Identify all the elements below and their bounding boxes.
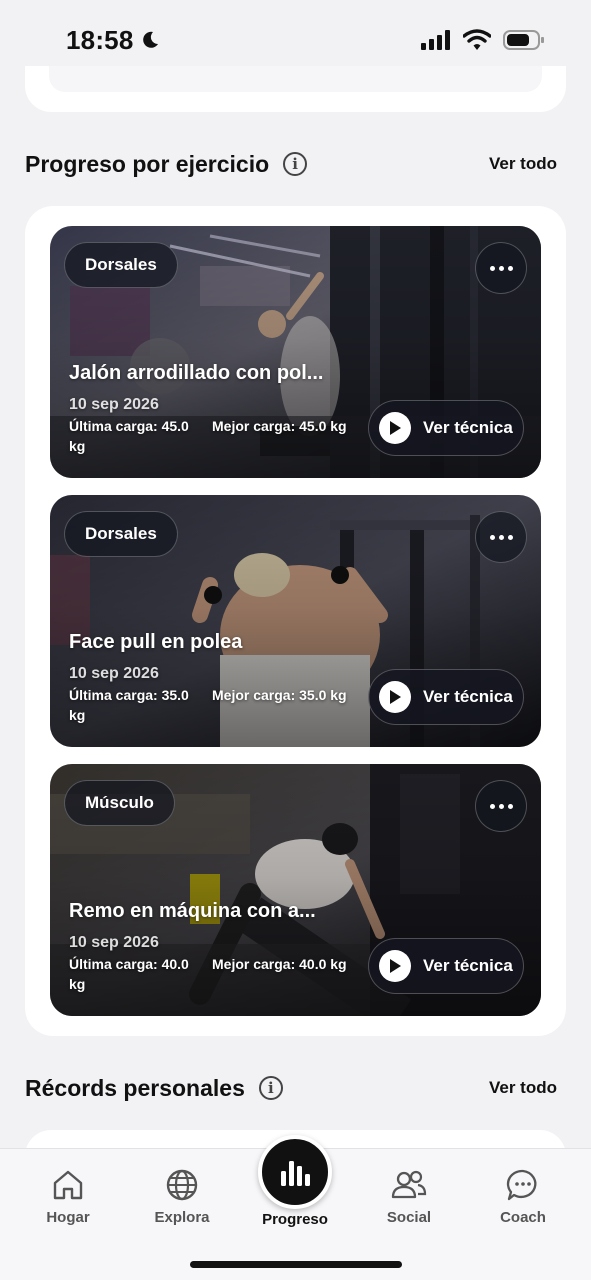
exercise-date: 10 sep 2026: [69, 396, 159, 413]
exercise-progress-panel: Dorsales Jalón arrodillado con pol... 10…: [25, 206, 566, 1036]
exercise-title: Jalón arrodillado con pol...: [69, 362, 324, 384]
view-technique-button[interactable]: Ver técnica: [368, 669, 524, 725]
last-load: Última carga: 45.0 kg: [69, 418, 189, 454]
battery-icon: [503, 30, 544, 50]
home-icon: [50, 1167, 86, 1203]
nav-item-social[interactable]: Social: [359, 1167, 459, 1226]
play-icon: [379, 412, 411, 444]
nav-item-coach[interactable]: Coach: [473, 1167, 573, 1226]
best-load: Mejor carga: 35.0 kg: [212, 687, 347, 703]
view-technique-button[interactable]: Ver técnica: [368, 938, 524, 994]
nav-item-home[interactable]: Hogar: [18, 1167, 118, 1226]
bar-chart-icon: [281, 1161, 310, 1186]
section-title: Récords personales: [25, 1074, 245, 1101]
more-options-button[interactable]: [475, 780, 527, 832]
chat-icon: [505, 1167, 541, 1203]
more-options-button[interactable]: [475, 511, 527, 563]
people-icon: [391, 1167, 427, 1203]
best-load: Mejor carga: 45.0 kg: [212, 418, 347, 434]
moon-icon: [142, 31, 158, 48]
muscle-tag: Músculo: [64, 780, 175, 826]
play-icon: [379, 950, 411, 982]
section-title: Progreso por ejercicio: [25, 150, 270, 177]
muscle-tag: Dorsales: [64, 242, 178, 288]
more-icon: [489, 803, 495, 809]
more-icon: [489, 534, 495, 540]
info-icon[interactable]: i: [283, 152, 308, 176]
time-text: 18:58: [66, 24, 134, 55]
exercise-date: 10 sep 2026: [69, 665, 159, 682]
exercise-title: Face pull en polea: [69, 631, 243, 653]
exercise-card[interactable]: Músculo Remo en máquina con a... 10 sep …: [50, 764, 541, 1016]
see-all-records-link[interactable]: Ver todo: [489, 1078, 557, 1098]
status-icons: [421, 29, 545, 51]
nav-label: Hogar: [46, 1209, 90, 1226]
nav-label: Explora: [154, 1209, 210, 1226]
last-load: Última carga: 35.0 kg: [69, 687, 189, 723]
wifi-icon: [463, 29, 491, 50]
view-technique-label: Ver técnica: [423, 687, 513, 706]
last-load: Última carga: 40.0 kg: [69, 956, 189, 992]
home-indicator: [190, 1261, 402, 1268]
cellular-signal-icon: [421, 30, 450, 50]
nav-item-progress[interactable]: [258, 1135, 332, 1209]
view-technique-label: Ver técnica: [423, 418, 513, 437]
more-icon: [489, 265, 495, 271]
previous-card: [25, 66, 566, 112]
nav-item-explore[interactable]: Explora: [132, 1167, 232, 1226]
clock: 18:58: [66, 25, 160, 56]
view-technique-label: Ver técnica: [423, 956, 513, 975]
globe-icon: [164, 1167, 200, 1203]
progress-section-header: Progreso por ejercicio i Ver todo: [25, 144, 557, 184]
best-load: Mejor carga: 40.0 kg: [212, 956, 347, 972]
nav-label-progress: Progreso: [262, 1211, 328, 1228]
exercise-date: 10 sep 2026: [69, 934, 159, 951]
exercise-card[interactable]: Dorsales Face pull en polea 10 sep 2026 …: [50, 495, 541, 747]
muscle-tag: Dorsales: [64, 511, 178, 557]
nav-label: Coach: [500, 1209, 546, 1226]
view-technique-button[interactable]: Ver técnica: [368, 400, 524, 456]
info-icon[interactable]: i: [258, 1076, 283, 1100]
records-section-header: Récords personales i Ver todo: [25, 1068, 557, 1108]
more-options-button[interactable]: [475, 242, 527, 294]
play-icon: [379, 681, 411, 713]
nav-label: Social: [386, 1209, 432, 1226]
exercise-title: Remo en máquina con a...: [69, 900, 316, 922]
exercise-card[interactable]: Dorsales Jalón arrodillado con pol... 10…: [50, 226, 541, 478]
see-all-progress-link[interactable]: Ver todo: [489, 154, 557, 174]
